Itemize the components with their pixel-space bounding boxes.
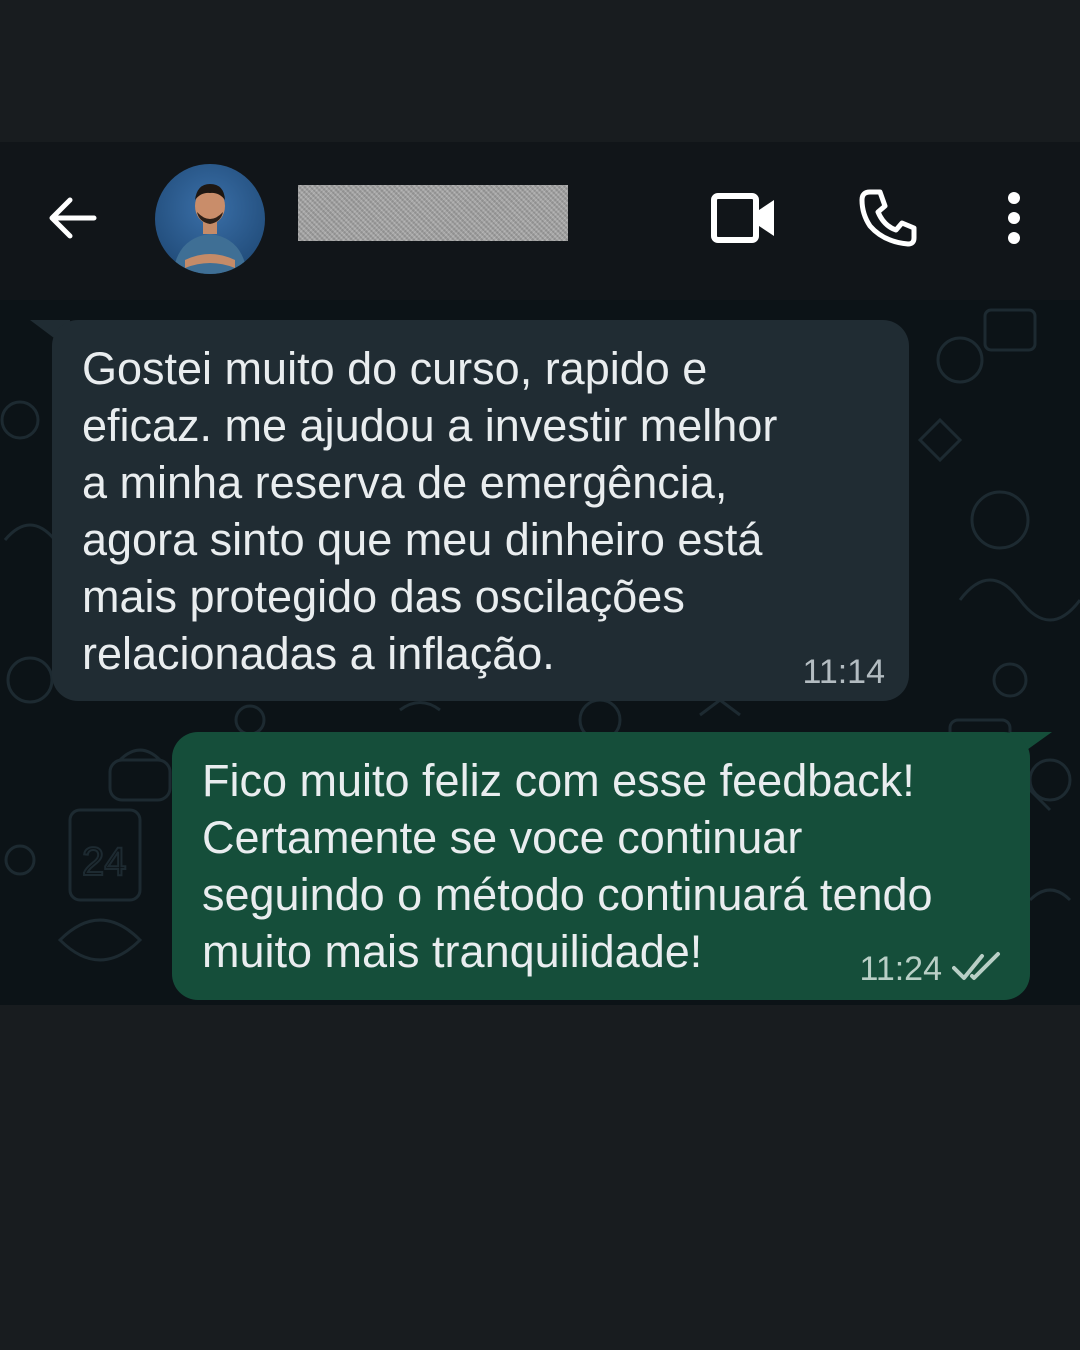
contact-name-redacted[interactable]	[298, 185, 568, 241]
arrow-left-icon[interactable]	[44, 190, 100, 246]
person-photo-icon	[173, 184, 247, 274]
video-camera-icon[interactable]	[710, 190, 778, 246]
incoming-message-bubble[interactable]: Gostei muito do curso, rapido e eficaz. …	[52, 320, 909, 701]
outgoing-message-text: Fico muito feliz com esse feedback! Cert…	[202, 755, 933, 977]
double-check-icon	[952, 952, 1000, 980]
more-vertical-icon[interactable]	[996, 188, 1032, 248]
svg-text:24: 24	[82, 840, 127, 884]
incoming-message-time: 11:14	[802, 653, 885, 691]
contact-avatar[interactable]	[155, 164, 265, 274]
outgoing-message-bubble[interactable]: Fico muito feliz com esse feedback! Cert…	[172, 732, 1030, 1000]
empty-bottom-area	[0, 1005, 1080, 1350]
outgoing-message-time: 11:24	[859, 950, 942, 988]
status-bar-area	[0, 0, 1080, 142]
incoming-message-text: Gostei muito do curso, rapido e eficaz. …	[82, 343, 778, 679]
phone-icon[interactable]	[856, 186, 920, 250]
